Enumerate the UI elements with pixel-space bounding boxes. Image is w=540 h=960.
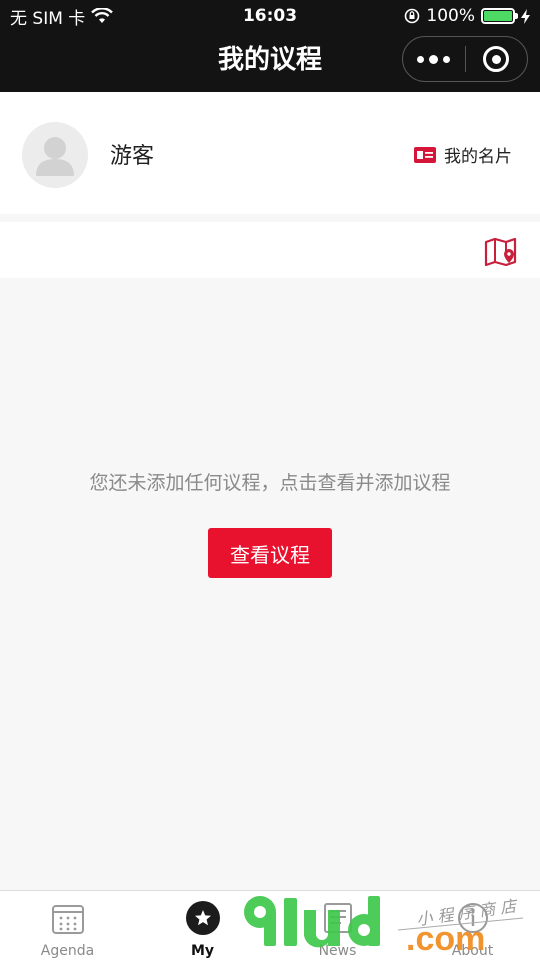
close-button[interactable] [466, 37, 528, 81]
star-icon [185, 901, 220, 935]
battery-icon [481, 8, 518, 24]
charging-icon [521, 8, 530, 24]
nav-bar: 我的议程 [0, 32, 540, 92]
more-button[interactable] [403, 37, 465, 81]
more-dot-icon [429, 54, 439, 64]
tab-bar: Agenda My News About [0, 890, 540, 960]
close-ring-icon [483, 46, 510, 72]
empty-state-message: 您还未添加任何议程，点击查看并添加议程 [89, 472, 451, 494]
calendar-icon [51, 905, 84, 934]
orientation-lock-icon [405, 8, 420, 24]
tab-my[interactable]: My [135, 891, 270, 960]
battery-percent: 100% [426, 6, 475, 26]
tab-label: Agenda [40, 943, 95, 959]
news-icon [323, 903, 352, 933]
status-right: 100% [404, 6, 530, 26]
default-avatar-icon [36, 137, 74, 176]
about-icon [457, 903, 488, 933]
map-row [0, 222, 540, 278]
my-card-label: 我的名片 [444, 147, 512, 167]
tab-label: About [451, 943, 494, 959]
username: 游客 [110, 144, 155, 169]
mini-program-capsule [402, 36, 528, 82]
tab-agenda[interactable]: Agenda [0, 891, 135, 960]
map-location-icon[interactable] [484, 238, 518, 270]
view-agenda-button[interactable]: 查看议程 [208, 528, 332, 578]
status-left: 无 SIM 卡 [10, 4, 114, 29]
more-dot-icon [443, 55, 451, 63]
tab-news[interactable]: News [270, 891, 405, 960]
my-card-link[interactable]: 我的名片 [414, 142, 512, 167]
avatar[interactable] [22, 122, 88, 188]
battery-level [484, 11, 512, 21]
app-root: 无 SIM 卡 16:03 100% 我的议程 游客 我的名片 您还未添加任何议… [0, 0, 540, 960]
more-dot-icon [417, 55, 425, 63]
wifi-icon [91, 8, 114, 23]
clock: 16:03 [242, 6, 298, 26]
id-card-icon [414, 146, 436, 163]
tab-about[interactable]: About [405, 891, 540, 960]
tab-label: News [318, 943, 357, 959]
profile-card: 游客 我的名片 [0, 92, 540, 214]
tab-label: My [190, 943, 215, 959]
status-bar: 无 SIM 卡 16:03 100% [0, 0, 540, 32]
carrier-label: 无 SIM 卡 [10, 8, 86, 29]
